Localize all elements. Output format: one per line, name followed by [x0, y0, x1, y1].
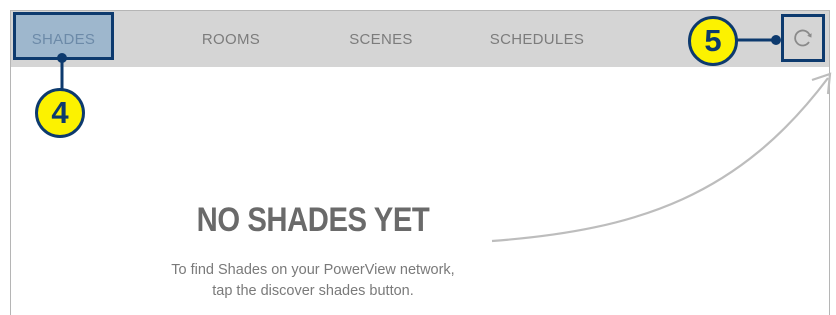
callout-badge-4: 4 — [35, 88, 85, 138]
callout-badge-5: 5 — [688, 16, 738, 66]
